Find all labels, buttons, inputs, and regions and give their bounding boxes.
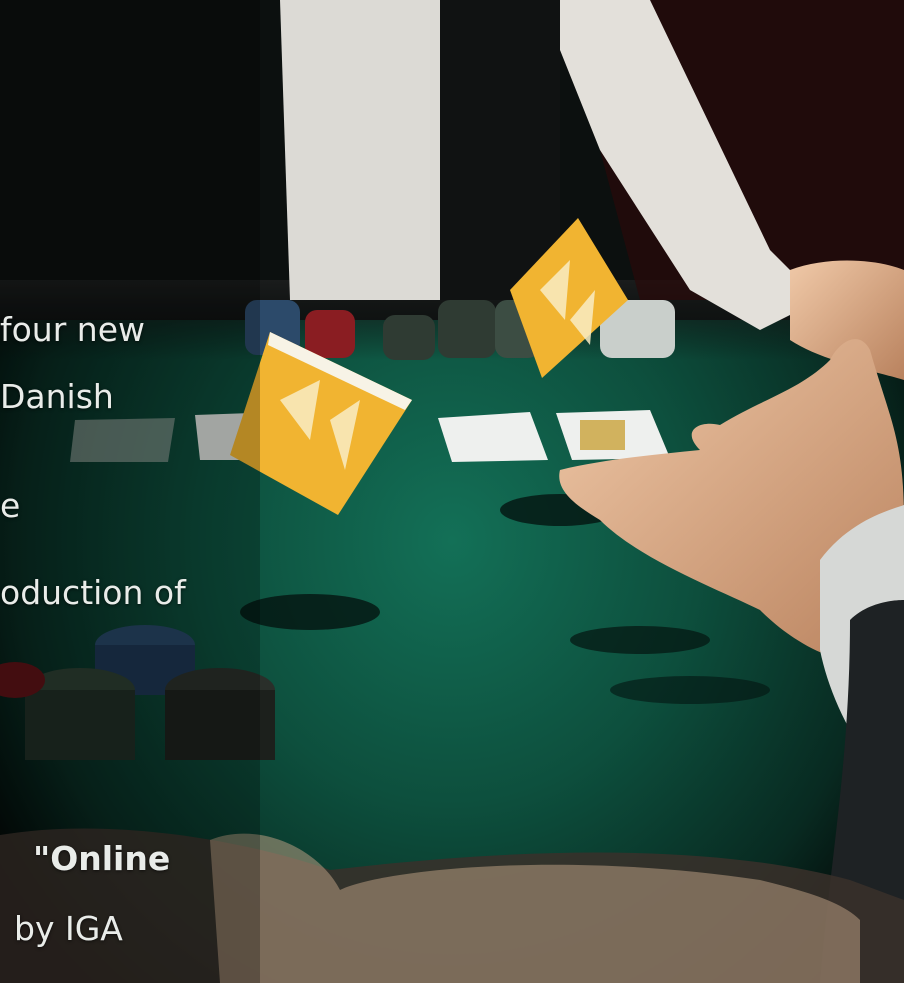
text-line-6: by IGA: [14, 909, 123, 948]
poker-scene-illustration: [0, 0, 904, 983]
text-line-4: oduction of: [0, 573, 186, 612]
text-line-5-bold: "Online: [33, 839, 171, 878]
poker-table-photo: four new Danish e oduction of "Online by…: [0, 0, 904, 983]
text-line-2: Danish: [0, 377, 114, 416]
text-line-3: e: [0, 486, 21, 525]
text-line-1: four new: [0, 310, 145, 349]
dealer-vest: [440, 0, 560, 300]
